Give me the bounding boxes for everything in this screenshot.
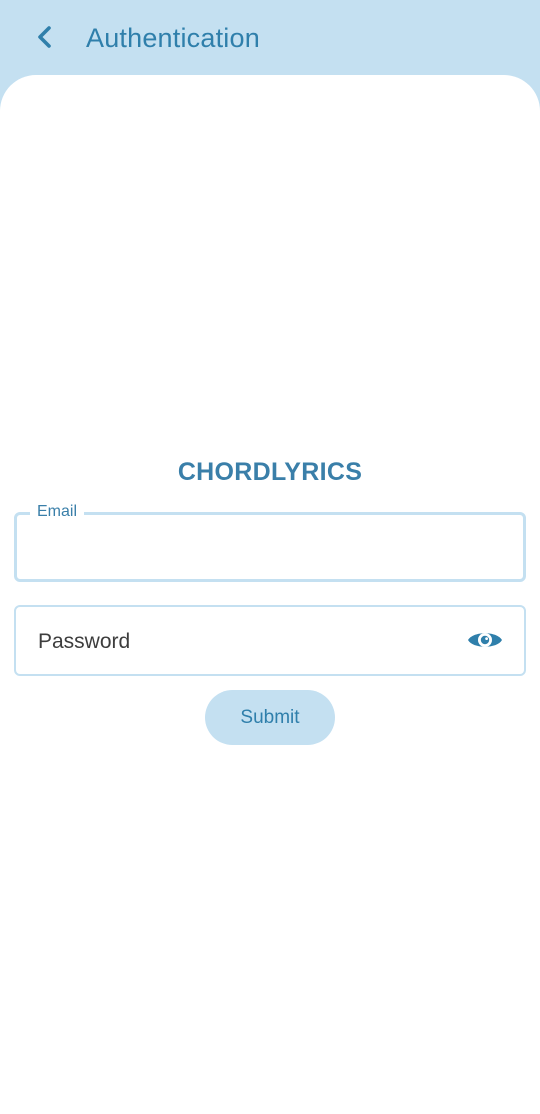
password-field[interactable]: [14, 605, 526, 676]
app-brand-title: CHORDLYRICS: [177, 458, 363, 486]
password-visibility-toggle[interactable]: [466, 625, 504, 655]
submit-button[interactable]: Submit: [205, 690, 335, 745]
back-button[interactable]: [28, 20, 62, 54]
app-bar: Authentication: [0, 0, 540, 80]
password-input[interactable]: [36, 626, 440, 658]
content-sheet: [0, 75, 540, 1114]
email-label: Email: [30, 502, 85, 522]
chevron-left-icon: [38, 26, 51, 48]
email-input[interactable]: [37, 533, 501, 565]
page-title: Authentication: [86, 23, 260, 53]
email-field[interactable]: Email: [14, 502, 526, 582]
eye-icon: [468, 633, 502, 647]
